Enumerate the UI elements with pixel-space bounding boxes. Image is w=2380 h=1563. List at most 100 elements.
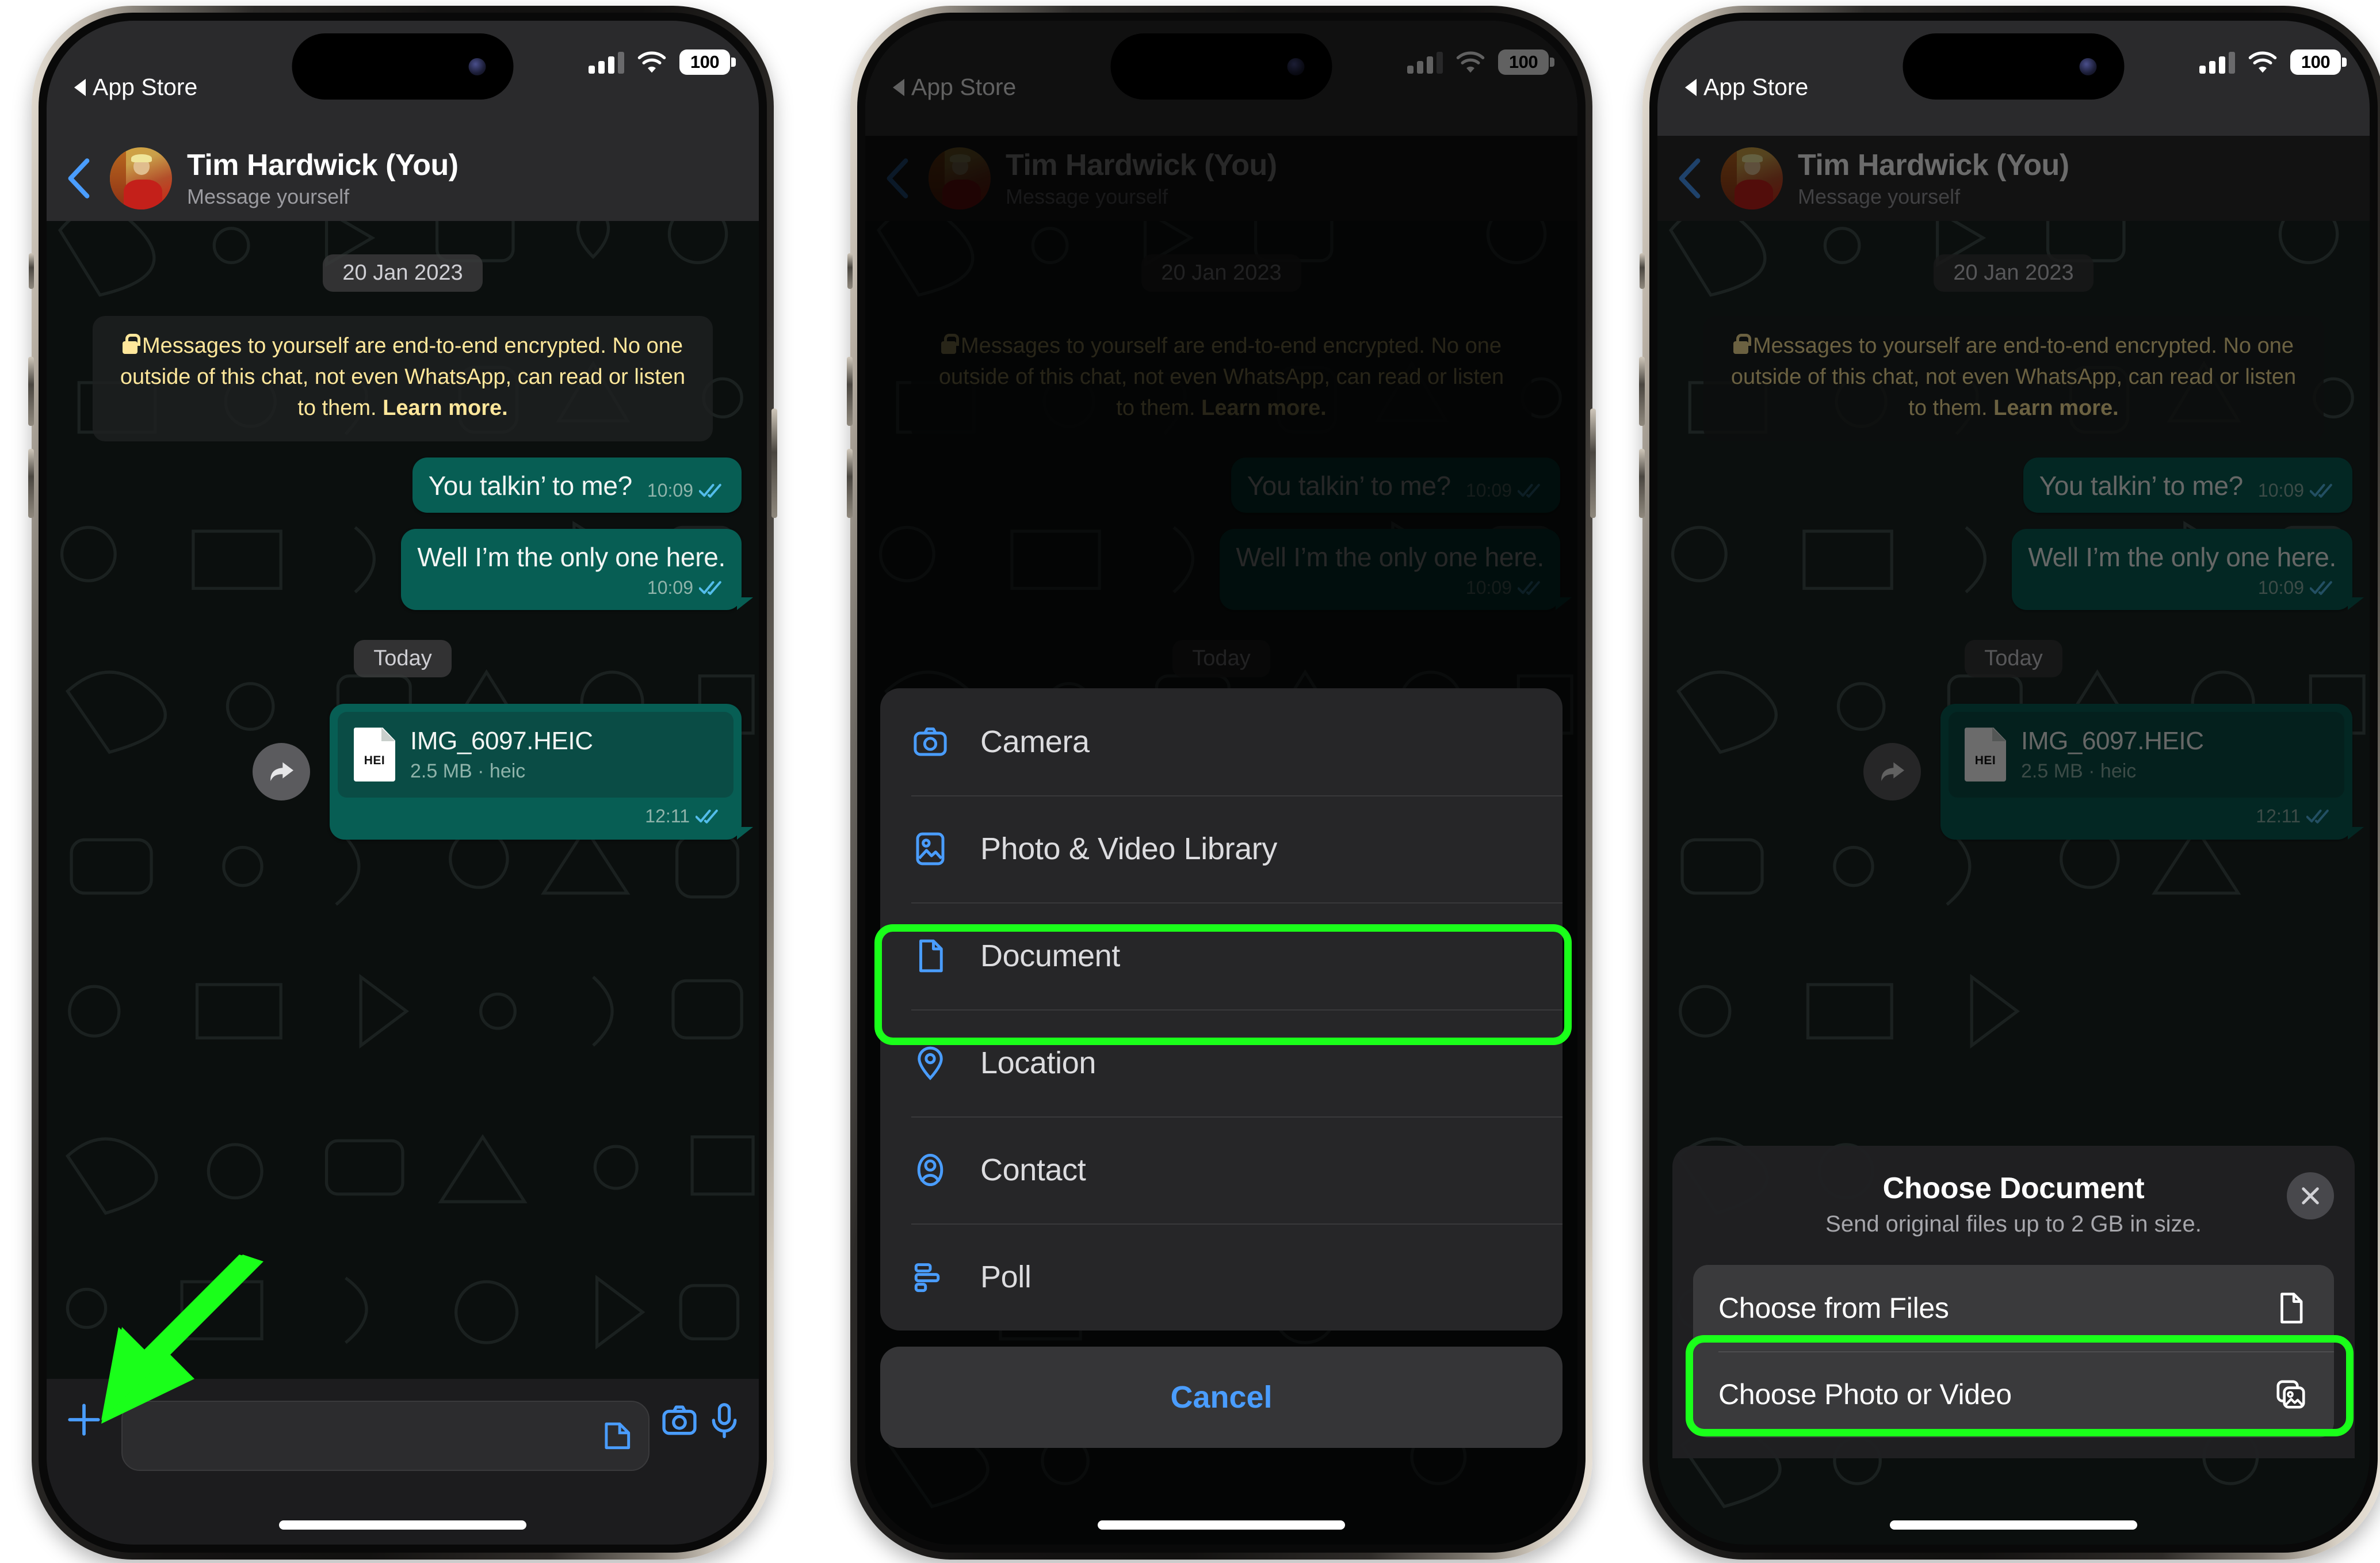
- green-arrow-icon: [101, 1255, 263, 1424]
- volume-up-button[interactable]: [28, 357, 34, 426]
- back-app-label: App Store: [93, 74, 198, 100]
- double-check-icon: [696, 810, 718, 824]
- mute-switch[interactable]: [847, 253, 853, 289]
- page-title: Tim Hardwick (You): [1798, 148, 2069, 182]
- mute-switch[interactable]: [29, 253, 34, 289]
- sticker-icon[interactable]: [599, 1418, 635, 1454]
- camera-icon[interactable]: [660, 1401, 699, 1440]
- document-message-row: HEI IMG_6097.HEIC 2.5 MB · heic 12:11: [1657, 703, 2370, 840]
- choose-document-header: Choose Document Send original files up t…: [1693, 1171, 2334, 1237]
- double-check-icon: [2310, 581, 2332, 596]
- date-divider-today: Today: [1965, 639, 2062, 677]
- power-button[interactable]: [1590, 409, 1596, 518]
- file-name: IMG_6097.HEIC: [2021, 726, 2204, 755]
- document-icon: [919, 939, 943, 973]
- learn-more-link[interactable]: Learn more.: [383, 396, 508, 420]
- avatar[interactable]: [1721, 147, 1783, 209]
- chat-title-block[interactable]: Tim Hardwick (You) Message yourself: [1798, 148, 2069, 209]
- cellular-signal-icon: [589, 51, 624, 74]
- document-meta: 12:11: [1949, 798, 2344, 832]
- document-info: IMG_6097.HEIC 2.5 MB · heic: [410, 727, 593, 783]
- chevron-left-icon: [68, 158, 90, 199]
- status-bar: 12:11 App Store 100: [1657, 21, 2370, 136]
- volume-down-button[interactable]: [1639, 449, 1645, 518]
- double-check-icon: [2310, 484, 2332, 498]
- message-time: 10:09: [2257, 577, 2304, 598]
- sheet-item-label: Photo & Video Library: [980, 832, 1277, 866]
- chat-header: Tim Hardwick (You) Message yourself: [47, 136, 759, 221]
- message-text: Well I’m the only one here.: [417, 542, 725, 572]
- encryption-notice[interactable]: Messages to yourself are end-to-end encr…: [93, 316, 713, 441]
- photo-library-icon: [916, 832, 945, 866]
- message-time: 12:11: [645, 805, 690, 826]
- attachment-action-sheet: Camera Photo & Video Library Document Lo…: [880, 688, 1563, 1448]
- home-indicator: [279, 1520, 526, 1530]
- battery-level: 100: [690, 52, 720, 72]
- message-bubble[interactable]: Well I’m the only one here. 10:09: [401, 528, 753, 610]
- sheet-item-camera[interactable]: Camera: [880, 688, 1563, 795]
- option-label: Choose Photo or Video: [1718, 1378, 2012, 1410]
- sheet-item-label: Location: [980, 1046, 1096, 1080]
- file-icon: [2280, 1293, 2303, 1324]
- message-bubble[interactable]: You talkin’ to me? 10:09: [412, 457, 742, 513]
- choose-photo-or-video-button[interactable]: Choose Photo or Video: [1693, 1351, 2334, 1438]
- choose-document-options: Choose from Files Choose Photo or Video: [1693, 1265, 2334, 1438]
- document-bubble[interactable]: HEI IMG_6097.HEIC 2.5 MB · heic 12:11: [330, 703, 753, 840]
- forward-button[interactable]: [253, 742, 310, 800]
- volume-down-button[interactable]: [28, 449, 34, 518]
- document-bubble[interactable]: HEI IMG_6097.HEIC 2.5 MB · heic 12:11: [1940, 703, 2364, 840]
- sheet-item-location[interactable]: Location: [880, 1009, 1563, 1116]
- photo-stack-icon: [2276, 1380, 2305, 1409]
- message-time: 10:09: [647, 577, 693, 598]
- message-row: Well I’m the only one here. 10:09: [47, 528, 759, 610]
- message-time: 10:09: [647, 479, 693, 501]
- learn-more-link[interactable]: Learn more.: [1993, 396, 2119, 420]
- cellular-signal-icon: [2199, 51, 2235, 74]
- chat-subtitle: Message yourself: [187, 185, 350, 208]
- message-bubble[interactable]: Well I’m the only one here. 10:09: [2012, 528, 2364, 610]
- back-button[interactable]: [1657, 157, 1721, 200]
- choose-from-files-button[interactable]: Choose from Files: [1693, 1265, 2334, 1351]
- message-bubble[interactable]: You talkin’ to me? 10:09: [2023, 457, 2352, 513]
- file-meta: 2.5 MB · heic: [410, 760, 526, 782]
- close-button[interactable]: [2287, 1172, 2334, 1219]
- volume-up-button[interactable]: [1639, 357, 1645, 426]
- message-text: Well I’m the only one here.: [2028, 542, 2336, 572]
- sheet-item-label: Document: [980, 939, 1120, 973]
- chevron-left-icon: [1679, 158, 1701, 199]
- mute-switch[interactable]: [1640, 253, 1645, 289]
- front-camera-icon: [468, 58, 486, 75]
- cancel-button[interactable]: Cancel: [880, 1347, 1563, 1448]
- volume-up-button[interactable]: [847, 357, 853, 426]
- forward-button[interactable]: [1863, 742, 1921, 800]
- back-button[interactable]: [47, 157, 110, 200]
- double-check-icon: [699, 484, 721, 498]
- document-info: IMG_6097.HEIC 2.5 MB · heic: [2021, 727, 2204, 783]
- avatar[interactable]: [110, 147, 172, 209]
- document-meta: 12:11: [338, 798, 734, 832]
- message-meta: 10:09: [2028, 577, 2336, 598]
- message-time: 12:11: [2256, 805, 2301, 826]
- cancel-label: Cancel: [1170, 1380, 1273, 1415]
- battery-icon: 100: [679, 49, 736, 75]
- back-to-app-store[interactable]: App Store: [1685, 74, 1808, 101]
- encryption-notice[interactable]: Messages to yourself are end-to-end encr…: [1703, 316, 2324, 441]
- microphone-icon[interactable]: [705, 1401, 744, 1440]
- status-indicators: 100: [589, 49, 736, 75]
- lock-icon: [123, 334, 140, 354]
- sheet-item-contact[interactable]: Contact: [880, 1116, 1563, 1223]
- phone-2: 12:11 App Store 100: [847, 6, 1596, 1560]
- sheet-item-photo-video-library[interactable]: Photo & Video Library: [880, 795, 1563, 902]
- dynamic-island: [1903, 33, 2125, 100]
- volume-down-button[interactable]: [847, 449, 853, 518]
- chat-title-block[interactable]: Tim Hardwick (You) Message yourself: [187, 148, 459, 209]
- message-meta: 10:09: [647, 480, 725, 501]
- power-button[interactable]: [771, 409, 777, 518]
- document-card[interactable]: HEI IMG_6097.HEIC 2.5 MB · heic: [338, 711, 734, 798]
- message-meta: 10:09: [417, 577, 725, 598]
- battery-icon: 100: [2290, 49, 2347, 75]
- sheet-item-poll[interactable]: Poll: [880, 1223, 1563, 1331]
- back-to-app-store[interactable]: App Store: [74, 74, 197, 101]
- document-card[interactable]: HEI IMG_6097.HEIC 2.5 MB · heic: [1949, 711, 2344, 798]
- sheet-item-document[interactable]: Document: [880, 902, 1563, 1009]
